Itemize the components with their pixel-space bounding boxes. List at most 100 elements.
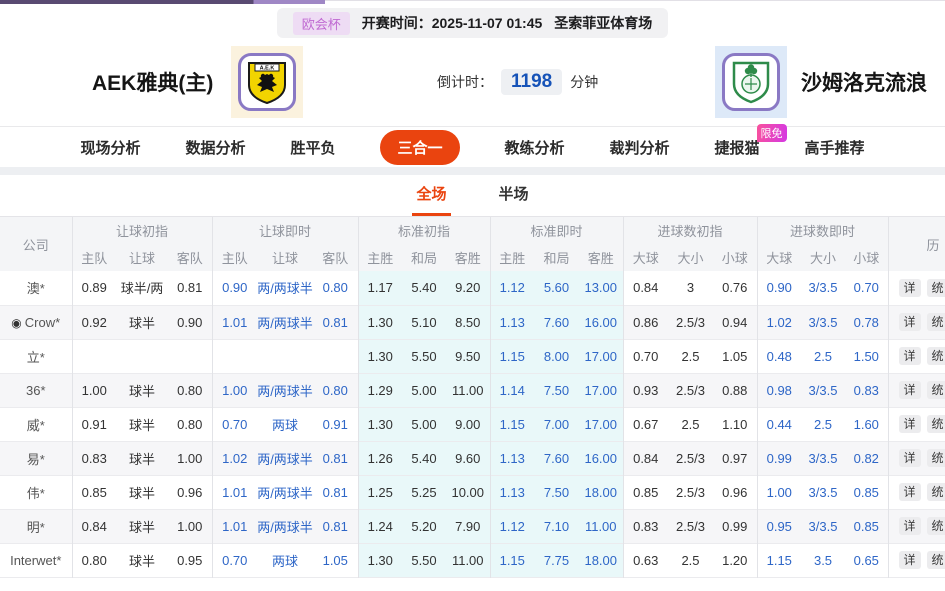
odds-cell-standard_live[interactable]: 18.00 — [579, 475, 623, 509]
odds-cell-goals_live[interactable]: 0.70 — [845, 271, 888, 305]
odds-cell-handicap_live[interactable]: 1.01 — [212, 475, 257, 509]
odds-cell-handicap_live[interactable]: 0.81 — [313, 509, 358, 543]
odds-cell-standard_live[interactable]: 7.60 — [534, 441, 579, 475]
odds-cell-handicap_live[interactable]: 1.05 — [313, 543, 358, 577]
odds-cell-goals_live[interactable]: 3/3.5 — [801, 475, 845, 509]
nav-item-胜平负[interactable]: 胜平负 — [290, 137, 335, 158]
odds-cell-standard_live[interactable]: 7.75 — [534, 543, 579, 577]
stats-button[interactable]: 统 — [927, 313, 945, 331]
odds-cell-standard_live[interactable]: 1.12 — [490, 271, 534, 305]
odds-cell-handicap_live[interactable]: 1.01 — [212, 305, 257, 339]
odds-cell-standard_live[interactable]: 1.13 — [490, 441, 534, 475]
odds-cell-handicap_live[interactable] — [257, 339, 313, 373]
nav-item-教练分析[interactable]: 教练分析 — [505, 137, 565, 158]
detail-button[interactable]: 详 — [899, 449, 921, 467]
odds-cell-goals_live[interactable]: 0.83 — [845, 373, 888, 407]
period-tab-半场[interactable]: 半场 — [495, 173, 533, 216]
detail-button[interactable]: 详 — [899, 381, 921, 399]
odds-cell-handicap_live[interactable]: 0.81 — [313, 441, 358, 475]
odds-cell-handicap_live[interactable]: 1.00 — [212, 373, 257, 407]
odds-cell-goals_live[interactable]: 0.48 — [757, 339, 801, 373]
odds-cell-goals_live[interactable]: 0.78 — [845, 305, 888, 339]
odds-cell-handicap_live[interactable]: 0.70 — [212, 407, 257, 441]
odds-cell-standard_live[interactable]: 1.15 — [490, 339, 534, 373]
odds-cell-goals_live[interactable]: 0.85 — [845, 475, 888, 509]
detail-button[interactable]: 详 — [899, 483, 921, 501]
odds-cell-handicap_live[interactable]: 两/两球半 — [257, 305, 313, 339]
odds-cell-goals_live[interactable]: 2.5 — [801, 407, 845, 441]
odds-cell-goals_live[interactable]: 1.60 — [845, 407, 888, 441]
odds-cell-standard_live[interactable]: 11.00 — [579, 509, 623, 543]
odds-cell-goals_live[interactable]: 0.65 — [845, 543, 888, 577]
odds-cell-handicap_live[interactable]: 两/两球半 — [257, 509, 313, 543]
odds-cell-goals_live[interactable]: 2.5 — [801, 339, 845, 373]
odds-cell-goals_live[interactable]: 3/3.5 — [801, 271, 845, 305]
detail-button[interactable]: 详 — [899, 517, 921, 535]
detail-button[interactable]: 详 — [899, 279, 921, 297]
nav-item-裁判分析[interactable]: 裁判分析 — [610, 137, 670, 158]
stats-button[interactable]: 统 — [927, 381, 945, 399]
stats-button[interactable]: 统 — [927, 517, 945, 535]
odds-cell-goals_live[interactable]: 1.15 — [757, 543, 801, 577]
odds-cell-handicap_live[interactable]: 两/两球半 — [257, 441, 313, 475]
odds-cell-handicap_live[interactable]: 1.02 — [212, 441, 257, 475]
odds-cell-standard_live[interactable]: 13.00 — [579, 271, 623, 305]
nav-item-捷报猫[interactable]: 捷报猫限免 — [715, 137, 760, 158]
odds-cell-standard_live[interactable]: 7.60 — [534, 305, 579, 339]
odds-cell-handicap_live[interactable]: 0.80 — [313, 271, 358, 305]
odds-cell-standard_live[interactable]: 7.00 — [534, 407, 579, 441]
detail-button[interactable]: 详 — [899, 415, 921, 433]
odds-cell-handicap_live[interactable] — [212, 339, 257, 373]
odds-cell-standard_live[interactable]: 1.14 — [490, 373, 534, 407]
odds-cell-goals_live[interactable]: 0.90 — [757, 271, 801, 305]
odds-cell-goals_live[interactable]: 0.99 — [757, 441, 801, 475]
odds-cell-handicap_live[interactable]: 1.01 — [212, 509, 257, 543]
odds-cell-goals_live[interactable]: 3/3.5 — [801, 305, 845, 339]
odds-cell-standard_live[interactable]: 18.00 — [579, 543, 623, 577]
odds-cell-handicap_live[interactable]: 两/两球半 — [257, 271, 313, 305]
odds-cell-goals_live[interactable]: 0.85 — [845, 509, 888, 543]
odds-cell-standard_live[interactable]: 1.15 — [490, 407, 534, 441]
odds-cell-goals_live[interactable]: 1.02 — [757, 305, 801, 339]
detail-button[interactable]: 详 — [899, 347, 921, 365]
odds-cell-handicap_live[interactable]: 0.70 — [212, 543, 257, 577]
odds-cell-handicap_live[interactable]: 两球 — [257, 407, 313, 441]
nav-item-三合一[interactable]: 三合一 — [380, 130, 459, 165]
odds-cell-handicap_live[interactable]: 0.90 — [212, 271, 257, 305]
odds-cell-handicap_live[interactable]: 两/两球半 — [257, 373, 313, 407]
odds-cell-goals_live[interactable]: 1.50 — [845, 339, 888, 373]
nav-item-数据分析[interactable]: 数据分析 — [185, 137, 245, 158]
odds-cell-handicap_live[interactable]: 两/两球半 — [257, 475, 313, 509]
odds-cell-standard_live[interactable]: 5.60 — [534, 271, 579, 305]
odds-cell-handicap_live[interactable]: 两球 — [257, 543, 313, 577]
stats-button[interactable]: 统 — [927, 483, 945, 501]
detail-button[interactable]: 详 — [899, 551, 921, 569]
odds-cell-standard_live[interactable]: 7.10 — [534, 509, 579, 543]
stats-button[interactable]: 统 — [927, 415, 945, 433]
odds-cell-standard_live[interactable]: 16.00 — [579, 305, 623, 339]
odds-cell-standard_live[interactable]: 17.00 — [579, 407, 623, 441]
nav-item-现场分析[interactable]: 现场分析 — [80, 137, 140, 158]
stats-button[interactable]: 统 — [927, 551, 945, 569]
odds-cell-handicap_live[interactable]: 0.81 — [313, 305, 358, 339]
odds-cell-handicap_live[interactable]: 0.91 — [313, 407, 358, 441]
odds-cell-standard_live[interactable]: 1.15 — [490, 543, 534, 577]
odds-cell-goals_live[interactable]: 0.98 — [757, 373, 801, 407]
odds-cell-handicap_live[interactable]: 0.81 — [313, 475, 358, 509]
detail-button[interactable]: 详 — [899, 313, 921, 331]
odds-cell-standard_live[interactable]: 1.12 — [490, 509, 534, 543]
odds-cell-standard_live[interactable]: 1.13 — [490, 475, 534, 509]
odds-cell-goals_live[interactable]: 3/3.5 — [801, 509, 845, 543]
stats-button[interactable]: 统 — [927, 449, 945, 467]
odds-cell-goals_live[interactable]: 3/3.5 — [801, 441, 845, 475]
odds-cell-standard_live[interactable]: 8.00 — [534, 339, 579, 373]
odds-cell-goals_live[interactable]: 3/3.5 — [801, 373, 845, 407]
odds-cell-handicap_live[interactable] — [313, 339, 358, 373]
odds-cell-standard_live[interactable]: 17.00 — [579, 373, 623, 407]
odds-cell-goals_live[interactable]: 0.95 — [757, 509, 801, 543]
odds-cell-goals_live[interactable]: 1.00 — [757, 475, 801, 509]
odds-cell-handicap_live[interactable]: 0.80 — [313, 373, 358, 407]
stats-button[interactable]: 统 — [927, 347, 945, 365]
odds-cell-standard_live[interactable]: 7.50 — [534, 373, 579, 407]
nav-item-高手推荐[interactable]: 高手推荐 — [805, 137, 865, 158]
